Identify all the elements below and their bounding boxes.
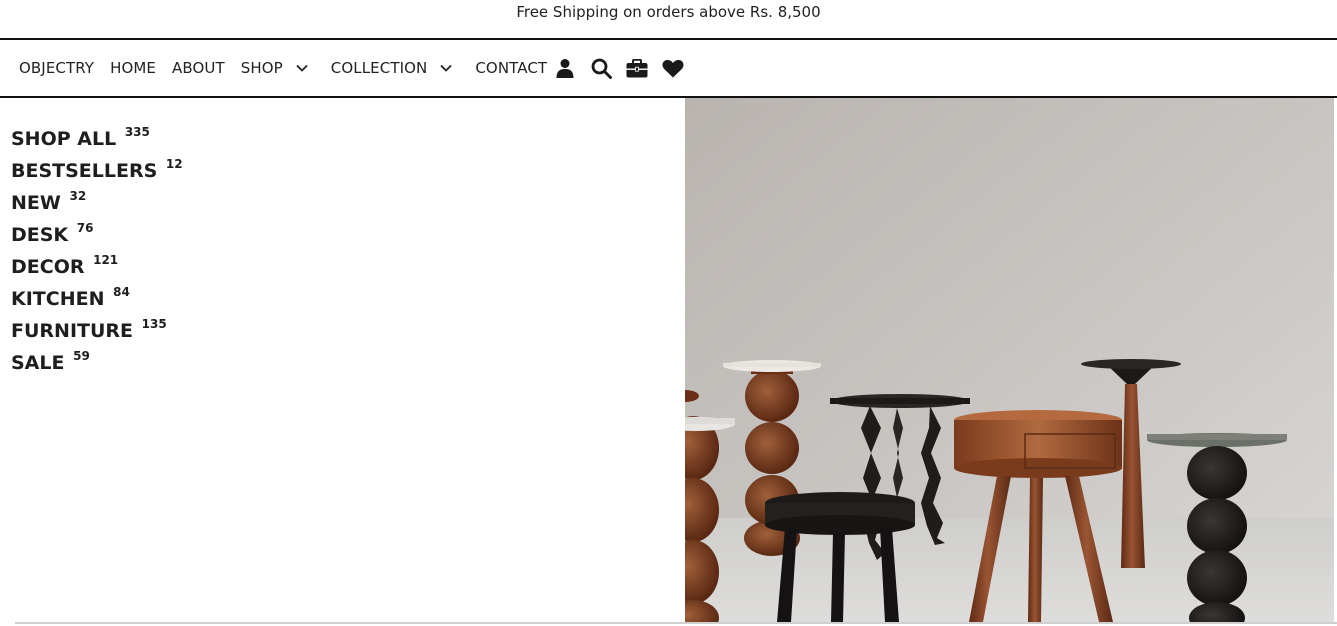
category-bestsellers[interactable]: BESTSELLERS 12	[11, 155, 183, 187]
nav-icons	[554, 57, 684, 79]
category-label: SHOP ALL	[11, 128, 117, 150]
nav-shop[interactable]: SHOP	[241, 59, 309, 77]
nav-collection-label: COLLECTION	[330, 59, 428, 77]
category-shop-all[interactable]: SHOP ALL 335	[11, 123, 183, 155]
category-label: DESK	[11, 224, 69, 246]
category-count: 84	[113, 285, 130, 299]
category-decor[interactable]: DECOR 121	[11, 251, 183, 283]
chevron-down-icon[interactable]	[439, 61, 453, 75]
category-count: 335	[124, 125, 150, 139]
category-kitchen[interactable]: KITCHEN 84	[11, 283, 183, 315]
category-sale[interactable]: SALE 59	[11, 347, 183, 379]
side-tables-photo	[685, 98, 1334, 622]
category-new[interactable]: NEW 32	[11, 187, 183, 219]
hero-image	[685, 98, 1334, 622]
category-label: SALE	[11, 352, 65, 374]
main-nav: OBJECTRY HOME ABOUT SHOP COLLECTION CONT…	[0, 40, 1337, 98]
nav-brand[interactable]: OBJECTRY	[19, 59, 94, 77]
category-label: BESTSELLERS	[11, 160, 158, 182]
heart-icon[interactable]	[662, 57, 684, 79]
announcement-bar: Free Shipping on orders above Rs. 8,500	[0, 0, 1337, 40]
nav-about[interactable]: ABOUT	[172, 59, 225, 77]
category-count: 32	[69, 189, 87, 203]
category-furniture[interactable]: FURNITURE 135	[11, 315, 183, 347]
category-label: FURNITURE	[11, 320, 134, 342]
category-count: 135	[141, 317, 167, 331]
category-list: SHOP ALL 335 BESTSELLERS 12 NEW 32 DESK …	[11, 123, 183, 379]
category-count: 59	[73, 349, 90, 363]
search-icon[interactable]	[590, 57, 612, 79]
category-label: NEW	[11, 192, 61, 214]
category-desk[interactable]: DESK 76	[11, 219, 183, 251]
user-icon[interactable]	[554, 57, 576, 79]
nav-home[interactable]: HOME	[110, 59, 156, 77]
category-count: 12	[165, 157, 183, 171]
nav-shop-label: SHOP	[240, 59, 283, 77]
chevron-down-icon[interactable]	[295, 61, 309, 75]
horizontal-scrollbar[interactable]	[15, 622, 1337, 624]
main-content: SHOP ALL 335 BESTSELLERS 12 NEW 32 DESK …	[0, 98, 1337, 624]
nav-collection[interactable]: COLLECTION	[331, 59, 454, 77]
announcement-text: Free Shipping on orders above Rs. 8,500	[516, 3, 821, 21]
category-label: KITCHEN	[11, 288, 105, 310]
category-label: DECOR	[11, 256, 85, 278]
category-count: 121	[93, 253, 119, 267]
nav-contact[interactable]: CONTACT	[475, 59, 547, 77]
briefcase-icon[interactable]	[626, 57, 648, 79]
category-count: 76	[76, 221, 94, 235]
